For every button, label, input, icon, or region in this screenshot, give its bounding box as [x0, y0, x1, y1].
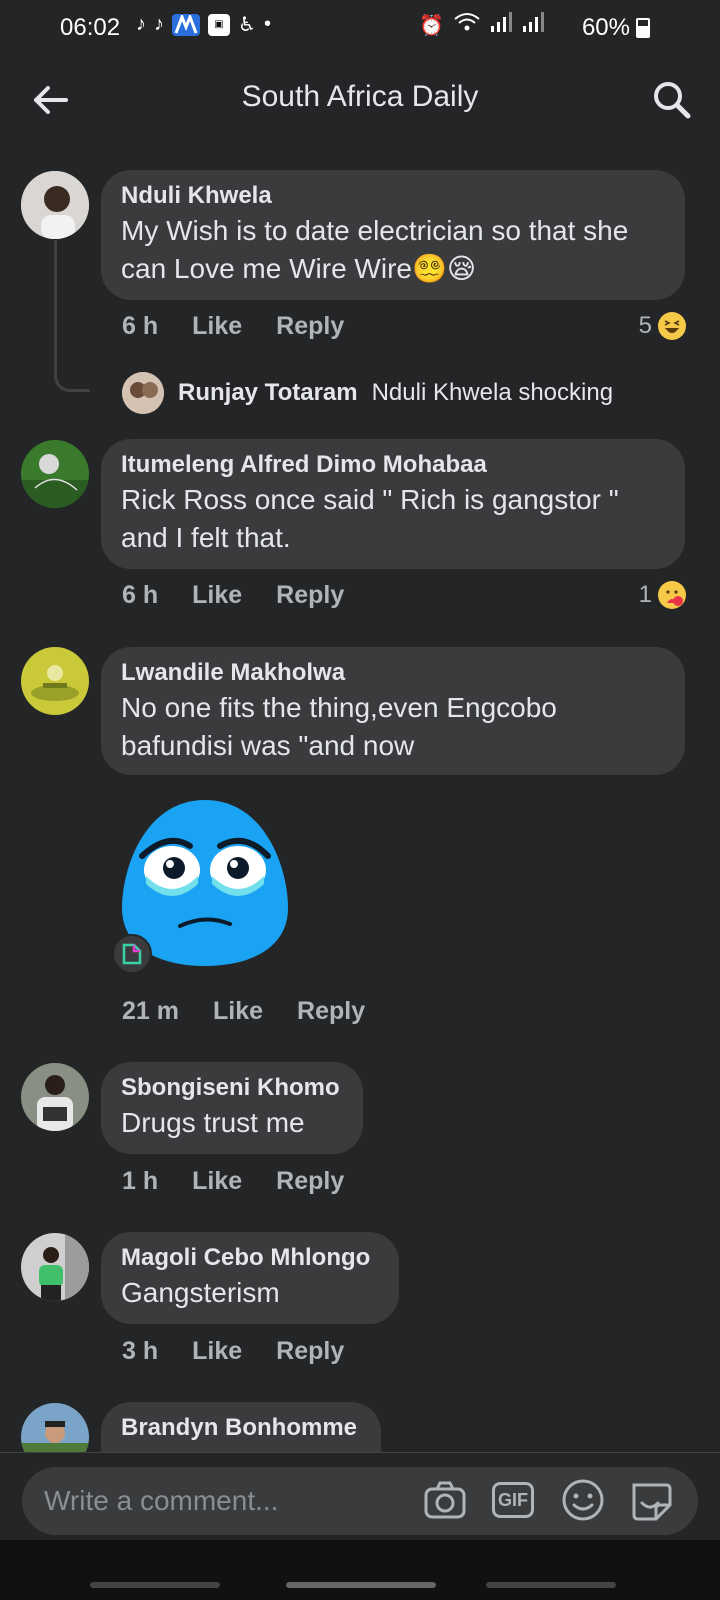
haha-emoji-icon: [658, 312, 686, 340]
comment-time: 6 h: [122, 312, 159, 340]
tiktok-icon: ♪: [154, 13, 164, 35]
avatar[interactable]: [21, 171, 89, 239]
avatar[interactable]: [21, 647, 89, 715]
reply-text: Nduli Khwela shocking: [371, 379, 614, 406]
comment-bubble[interactable]: Nduli Khwela My Wish is to date electric…: [101, 170, 685, 300]
thread-line: [54, 240, 90, 392]
reaction-count: 5: [638, 312, 652, 339]
signal-icon: [490, 12, 512, 38]
sticker-button[interactable]: [628, 1477, 674, 1523]
dot-icon: •: [263, 13, 271, 35]
battery-percent: 60%: [581, 14, 630, 41]
comment-text: Gangsterism: [121, 1277, 280, 1308]
reply-button[interactable]: Reply: [297, 997, 365, 1026]
nav-recents-button[interactable]: [90, 1582, 220, 1588]
like-button[interactable]: Like: [192, 1167, 242, 1196]
avatar[interactable]: [122, 372, 164, 414]
reply-button[interactable]: Reply: [276, 1337, 344, 1366]
comment-bubble[interactable]: Lwandile Makholwa No one fits the thing,…: [101, 647, 685, 775]
comment-author[interactable]: Itumeleng Alfred Dimo Mohabaa: [121, 449, 665, 481]
comment-time: 6 h: [122, 581, 159, 609]
battery-icon: [636, 18, 650, 38]
signal-icon: [522, 12, 544, 38]
sticker-app-icon: [122, 943, 142, 965]
smiley-icon: [562, 1479, 604, 1521]
emoji-button[interactable]: [560, 1477, 606, 1523]
like-button[interactable]: Like: [192, 581, 242, 610]
comment-text: Drugs trust me: [121, 1107, 305, 1138]
page-title: South Africa Daily: [241, 80, 479, 113]
care-emoji-icon: [658, 581, 686, 609]
comment-actions: 1 h Like Reply: [122, 1167, 344, 1196]
comment-text: Rick Ross once said " Rich is gangstor "…: [121, 484, 619, 553]
wifi-icon: [454, 12, 480, 38]
avatar[interactable]: [21, 1063, 89, 1131]
nav-home-button[interactable]: [286, 1582, 436, 1588]
tiktok-icon: ♪: [136, 13, 146, 35]
comment-author[interactable]: Sbongiseni Khomo: [121, 1072, 343, 1104]
comment-bubble[interactable]: Itumeleng Alfred Dimo Mohabaa Rick Ross …: [101, 439, 685, 569]
comment-actions: 6 h Like Reply: [122, 581, 344, 610]
page-header: South Africa Daily: [0, 56, 720, 144]
gif-button[interactable]: GIF: [492, 1477, 536, 1523]
camera-icon: [424, 1481, 466, 1519]
comment-time: 3 h: [122, 1337, 159, 1365]
search-icon: [654, 82, 691, 119]
avatar[interactable]: [21, 1233, 89, 1301]
comment-text: My Wish is to date electrician so that s…: [121, 215, 629, 284]
comment-author[interactable]: Lwandile Makholwa: [121, 657, 665, 689]
comment-author[interactable]: Magoli Cebo Mhlongo: [121, 1242, 379, 1274]
comment-author[interactable]: Brandyn Bonhomme: [121, 1412, 361, 1444]
reply-button[interactable]: Reply: [276, 581, 344, 610]
reaction-summary[interactable]: 5: [639, 312, 686, 340]
like-button[interactable]: Like: [213, 997, 263, 1026]
reply-button[interactable]: Reply: [276, 1167, 344, 1196]
like-button[interactable]: Like: [192, 312, 242, 341]
comment-actions: 6 h Like Reply: [122, 312, 344, 341]
system-navigation-bar: [0, 1540, 720, 1600]
comment-text: No one fits the thing,even Engcobo bafun…: [121, 692, 557, 761]
comment-actions: 3 h Like Reply: [122, 1337, 344, 1366]
avatar[interactable]: [21, 440, 89, 508]
system-icons: ⏰: [419, 12, 544, 38]
accessibility-icon: ♿: [238, 14, 256, 36]
sticker-icon: [632, 1483, 672, 1521]
gallery-app-icon: ▣: [208, 13, 230, 36]
reply-button[interactable]: Reply: [276, 312, 344, 341]
gif-icon: GIF: [492, 1482, 534, 1518]
reply-author[interactable]: Runjay Totaram: [178, 379, 358, 407]
notification-icons: ♪ ♪ ▣ ♿ •: [136, 12, 271, 37]
nav-back-button[interactable]: [486, 1582, 616, 1588]
comment-author[interactable]: Nduli Khwela: [121, 180, 665, 212]
comment-bubble[interactable]: Magoli Cebo Mhlongo Gangsterism: [101, 1232, 399, 1324]
comment-actions: 21 m Like Reply: [122, 997, 365, 1026]
search-button[interactable]: [648, 76, 696, 124]
alarm-icon: ⏰: [419, 14, 444, 37]
reaction-summary[interactable]: 1: [639, 581, 686, 609]
camera-button[interactable]: [422, 1477, 468, 1523]
reply-preview[interactable]: Runjay Totaram Nduli Khwela shocking: [122, 372, 613, 414]
status-time: 06:02: [60, 14, 121, 41]
status-bar: 06:02 ♪ ♪ ▣ ♿ • ⏰ 60%: [0, 0, 720, 56]
comment-time: 21 m: [122, 997, 179, 1025]
comment-time: 1 h: [122, 1167, 159, 1195]
comment-bubble[interactable]: Sbongiseni Khomo Drugs trust me: [101, 1062, 363, 1154]
gif-label: GIF: [498, 1489, 528, 1510]
movies-app-icon: [172, 13, 200, 36]
like-button[interactable]: Like: [192, 1337, 242, 1366]
sticker-source-badge: [112, 934, 152, 974]
reaction-count: 1: [638, 581, 652, 608]
